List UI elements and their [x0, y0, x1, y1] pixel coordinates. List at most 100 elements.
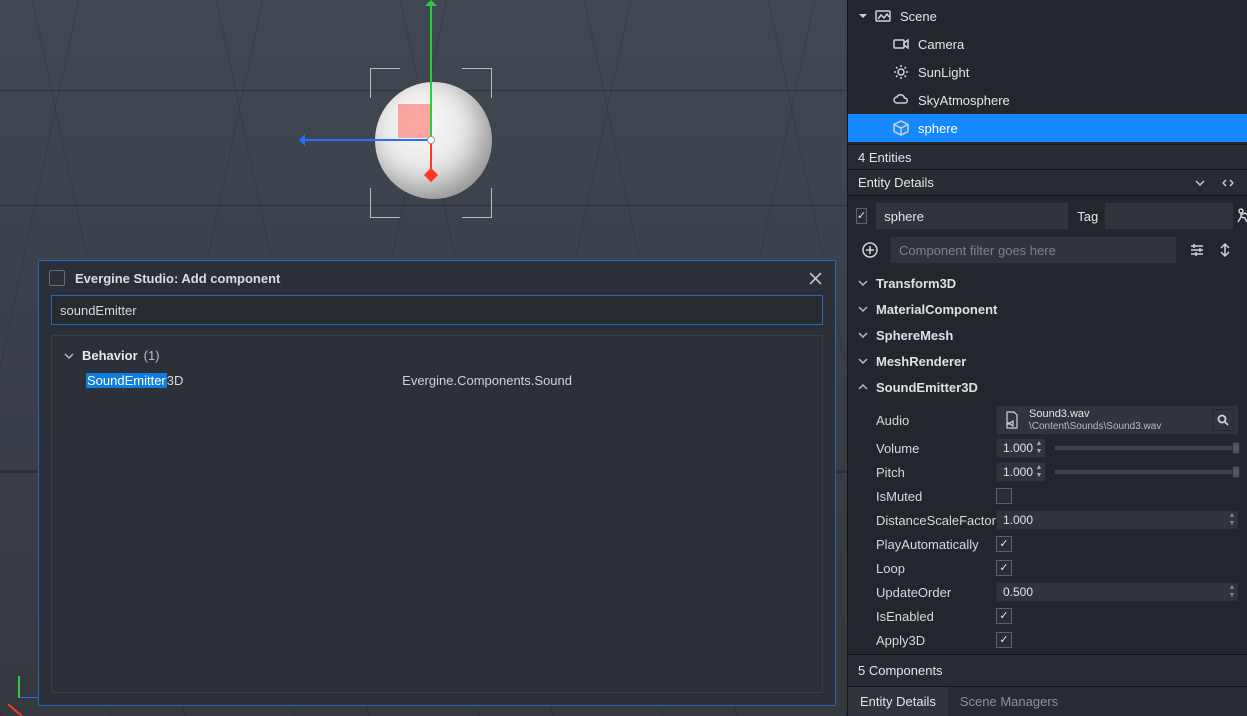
- hierarchy-label: Scene: [900, 9, 937, 24]
- entity-name-input[interactable]: [875, 202, 1069, 230]
- close-button[interactable]: [805, 268, 825, 288]
- prop-label: Pitch: [876, 465, 996, 480]
- prop-label: DistanceScaleFactor: [876, 513, 996, 528]
- audio-file-icon: [1001, 409, 1023, 431]
- tab-entity-details[interactable]: Entity Details: [848, 687, 948, 716]
- prop-label: Volume: [876, 441, 996, 456]
- group-name: Behavior: [82, 348, 138, 363]
- chevron-down-icon: [856, 276, 870, 290]
- soundemitter-properties: Audio Sound3.wav \Content\Sounds\Sound3.…: [856, 404, 1239, 652]
- isenabled-checkbox[interactable]: [996, 608, 1012, 624]
- right-panel: Scene Camera SunLight SkyAtmosphere sphe…: [847, 0, 1247, 716]
- camera-icon: [892, 35, 910, 53]
- result-namespace: Evergine.Components.Sound: [402, 373, 572, 388]
- result-name: SoundEmitter3D: [86, 373, 183, 388]
- dialog-title: Evergine Studio: Add component: [75, 271, 280, 286]
- entity-enabled-checkbox[interactable]: [856, 208, 867, 224]
- details-bottom-bar: 5 Components Entity Details Scene Manage…: [848, 654, 1247, 716]
- entity-details-body: Tag Transform3D MaterialComponent Sphere…: [848, 196, 1247, 654]
- apply3d-checkbox[interactable]: [996, 632, 1012, 648]
- collapse-all-icon[interactable]: [1211, 236, 1239, 264]
- hierarchy-item-scene[interactable]: Scene: [848, 2, 1247, 30]
- results-list[interactable]: Behavior (1) SoundEmitter3D Evergine.Com…: [51, 335, 823, 693]
- scene-icon: [874, 7, 892, 25]
- gizmo-origin[interactable]: [427, 136, 435, 144]
- chevron-down-icon: [856, 354, 870, 368]
- expand-icon[interactable]: [1219, 174, 1237, 192]
- pitch-input[interactable]: 1.000▲▼: [996, 462, 1046, 482]
- add-component-dialog: Evergine Studio: Add component Behavior …: [38, 260, 836, 706]
- cube-icon: [892, 119, 910, 137]
- component-filter-input[interactable]: [890, 236, 1177, 264]
- prop-label: PlayAutomatically: [876, 537, 996, 552]
- run-icon[interactable]: [1234, 202, 1247, 230]
- prop-label: Apply3D: [876, 633, 996, 648]
- browse-asset-button[interactable]: [1212, 409, 1234, 431]
- volume-input[interactable]: 1.000▲▼: [996, 438, 1046, 458]
- component-header-meshrenderer[interactable]: MeshRenderer: [856, 348, 1239, 374]
- selection-bracket: [370, 68, 400, 98]
- component-header-soundemitter[interactable]: SoundEmitter3D: [856, 374, 1239, 400]
- settings-icon[interactable]: [1183, 236, 1211, 264]
- component-count: 5 Components: [848, 655, 1247, 686]
- axis-orientation-gizmo: [0, 676, 40, 716]
- entity-details-header: Entity Details: [848, 170, 1247, 196]
- result-item[interactable]: SoundEmitter3D Evergine.Components.Sound: [62, 367, 812, 394]
- prop-label: IsMuted: [876, 489, 996, 504]
- cloud-icon: [892, 91, 910, 109]
- entities-count-bar: 4 Entities: [848, 144, 1247, 170]
- hierarchy-label: sphere: [918, 121, 958, 136]
- component-search-input[interactable]: [51, 295, 823, 325]
- group-count: (1): [144, 348, 160, 363]
- 3d-viewport[interactable]: Evergine Studio: Add component Behavior …: [0, 0, 847, 716]
- chevron-down-icon[interactable]: [1191, 174, 1209, 192]
- scene-hierarchy: Scene Camera SunLight SkyAtmosphere sphe…: [848, 0, 1247, 144]
- prop-label: UpdateOrder: [876, 585, 996, 600]
- caret-down-icon[interactable]: [856, 12, 870, 20]
- audio-filename: Sound3.wav: [1029, 408, 1161, 420]
- chevron-down-icon: [62, 349, 76, 363]
- selection-bracket: [462, 188, 492, 218]
- ismuted-checkbox[interactable]: [996, 488, 1012, 504]
- add-component-button[interactable]: [856, 236, 884, 264]
- distancescale-input[interactable]: 1.000▲▼: [996, 510, 1239, 530]
- hierarchy-label: SkyAtmosphere: [918, 93, 1010, 108]
- hierarchy-item-sky[interactable]: SkyAtmosphere: [848, 86, 1247, 114]
- entities-count: 4 Entities: [858, 150, 911, 165]
- chevron-up-icon: [856, 380, 870, 394]
- gizmo-y-axis[interactable]: [430, 4, 432, 138]
- gizmo-x-axis[interactable]: [303, 139, 431, 141]
- hierarchy-item-camera[interactable]: Camera: [848, 30, 1247, 58]
- gizmo-z-axis[interactable]: [430, 140, 432, 176]
- audio-path: \Content\Sounds\Sound3.wav: [1029, 421, 1161, 432]
- component-header-spheremesh[interactable]: SphereMesh: [856, 322, 1239, 348]
- chevron-down-icon: [856, 302, 870, 316]
- tag-input[interactable]: [1104, 202, 1234, 230]
- prop-label: IsEnabled: [876, 609, 996, 624]
- pitch-slider[interactable]: [1054, 469, 1239, 475]
- component-header-transform[interactable]: Transform3D: [856, 270, 1239, 296]
- prop-label: Loop: [876, 561, 996, 576]
- panel-title: Entity Details: [858, 175, 934, 190]
- component-header-material[interactable]: MaterialComponent: [856, 296, 1239, 322]
- result-group-header[interactable]: Behavior (1): [62, 344, 812, 367]
- sun-icon: [892, 63, 910, 81]
- volume-slider[interactable]: [1054, 445, 1239, 451]
- grid-line: [0, 205, 847, 206]
- updateorder-input[interactable]: 0.500▲▼: [996, 582, 1239, 602]
- app-logo-icon: [49, 270, 65, 286]
- hierarchy-label: Camera: [918, 37, 964, 52]
- hierarchy-item-sunlight[interactable]: SunLight: [848, 58, 1247, 86]
- loop-checkbox[interactable]: [996, 560, 1012, 576]
- hierarchy-item-sphere[interactable]: sphere: [848, 114, 1247, 142]
- tag-label: Tag: [1077, 209, 1098, 224]
- playauto-checkbox[interactable]: [996, 536, 1012, 552]
- audio-asset-field[interactable]: Sound3.wav \Content\Sounds\Sound3.wav: [996, 405, 1239, 435]
- dialog-titlebar[interactable]: Evergine Studio: Add component: [39, 261, 835, 295]
- prop-label: Audio: [876, 413, 996, 428]
- selection-bracket: [370, 188, 400, 218]
- tab-scene-managers[interactable]: Scene Managers: [948, 687, 1070, 716]
- hierarchy-label: SunLight: [918, 65, 969, 80]
- gizmo-xy-plane[interactable]: [398, 104, 432, 138]
- chevron-down-icon: [856, 328, 870, 342]
